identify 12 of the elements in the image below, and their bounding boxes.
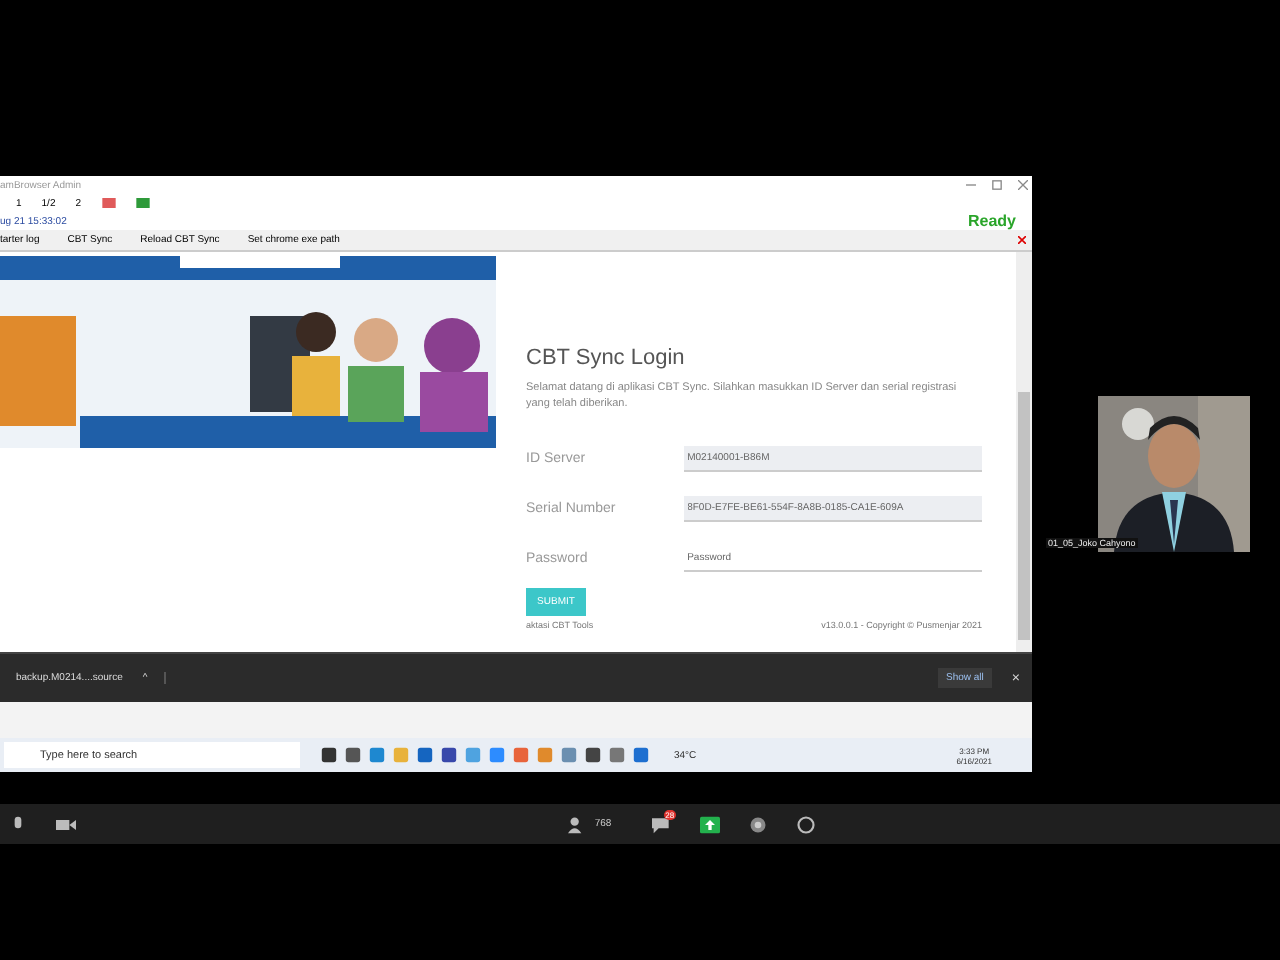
- reaction-icon[interactable]: [795, 815, 816, 833]
- close-icon[interactable]: [1018, 236, 1026, 244]
- login-title: CBT Sync Login: [526, 346, 687, 370]
- record-icon[interactable]: [747, 815, 768, 833]
- minimize-icon[interactable]: [966, 180, 976, 190]
- chat-icon[interactable]: [651, 815, 672, 833]
- close-icon[interactable]: [1018, 180, 1028, 190]
- scrollbar-thumb[interactable]: [1018, 392, 1030, 640]
- share-screen-icon[interactable]: [699, 815, 720, 833]
- status-text: Ready: [967, 212, 1016, 230]
- camera-icon[interactable]: [56, 815, 76, 833]
- maximize-icon[interactable]: [992, 180, 1002, 190]
